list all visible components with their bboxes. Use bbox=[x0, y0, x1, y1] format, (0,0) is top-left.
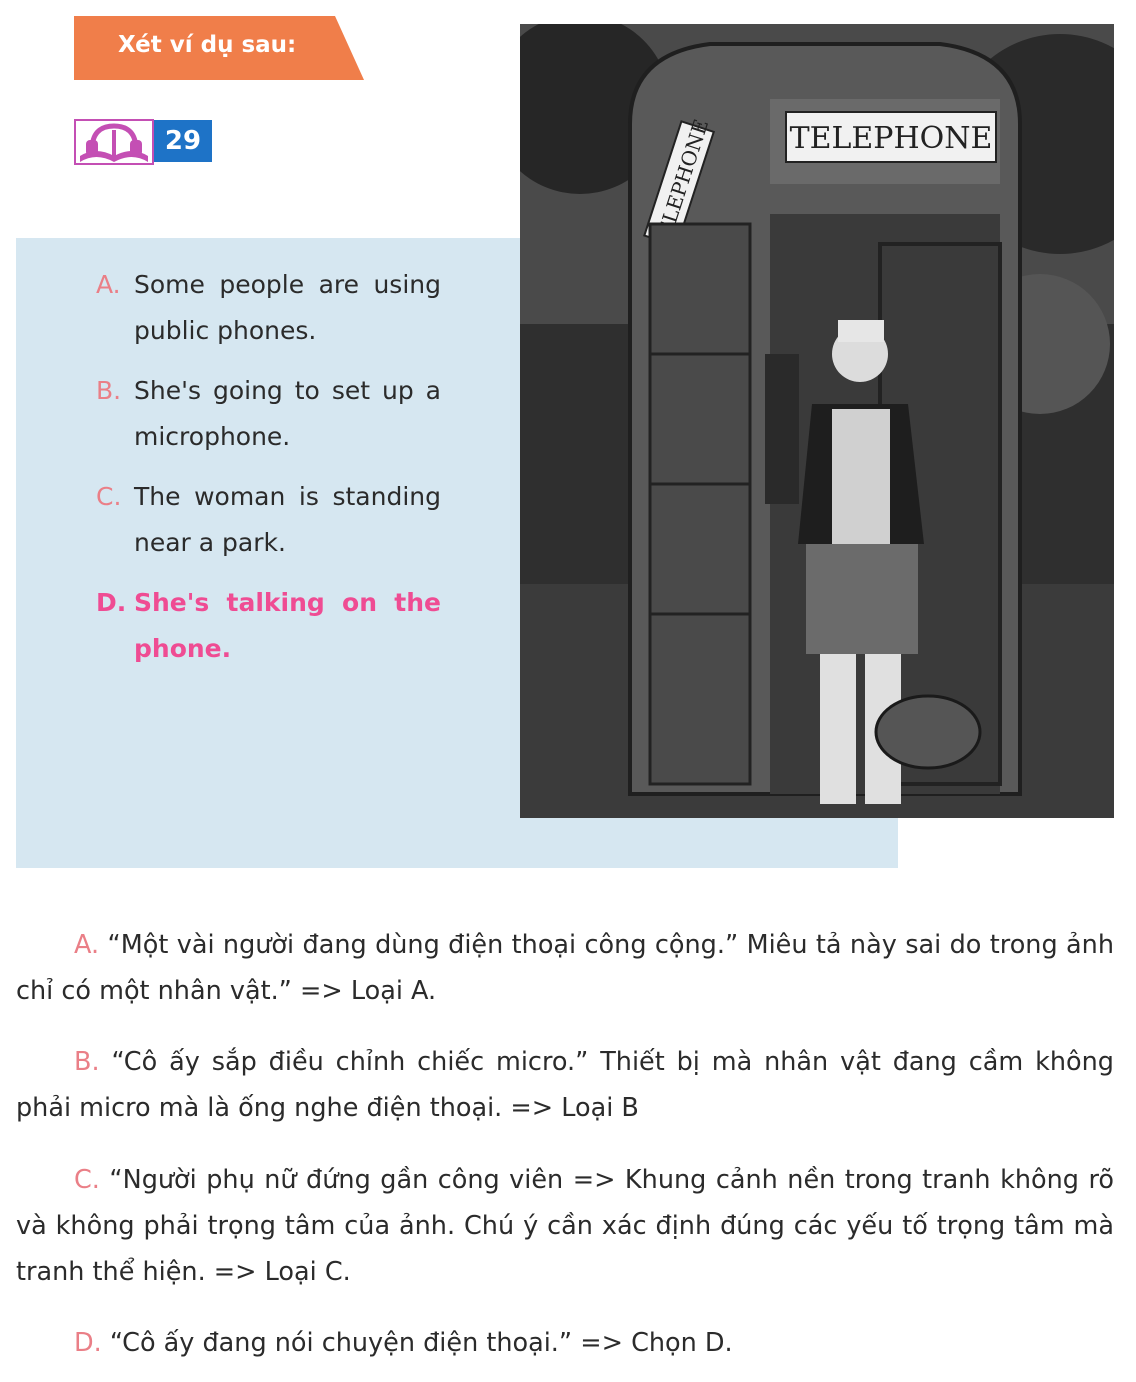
option-text: Some people are using public phones. bbox=[134, 270, 441, 345]
headphones-book-icon bbox=[74, 119, 154, 165]
option-letter: A. bbox=[96, 270, 121, 299]
explanation-text: “Người phụ nữ đứng gần công viên => Khun… bbox=[16, 1164, 1114, 1287]
option-b: B. She's going to set up a microphone. bbox=[96, 368, 441, 460]
explanation-text: “Cô ấy đang nói chuyện điện thoại.” => C… bbox=[109, 1328, 733, 1358]
option-text: The woman is standing near a park. bbox=[134, 482, 441, 557]
explanation-a: A. “Một vài người đang dùng điện thoại c… bbox=[16, 922, 1114, 1014]
option-text: She's going to set up a microphone. bbox=[134, 376, 441, 451]
explanation-label: D. bbox=[74, 1328, 102, 1358]
telephone-booth-photo: TELEPHONE TELEPHONE bbox=[520, 24, 1114, 818]
answer-options: A. Some people are using public phones. … bbox=[96, 262, 441, 686]
explanation-c: C. “Người phụ nữ đứng gần công viên => K… bbox=[16, 1157, 1114, 1295]
option-letter: D. bbox=[96, 588, 127, 617]
explanation-b: B. “Cô ấy sắp điều chỉnh chiếc micro.” T… bbox=[16, 1039, 1114, 1131]
explanation-text: “Một vài người đang dùng điện thoại công… bbox=[16, 929, 1114, 1006]
explanation-d: D. “Cô ấy đang nói chuyện điện thoại.” =… bbox=[16, 1320, 1114, 1366]
explanation-label: A. bbox=[74, 929, 100, 960]
banner-title: Xét ví dụ sau: bbox=[118, 32, 297, 58]
track-number: 29 bbox=[154, 120, 212, 162]
option-letter: B. bbox=[96, 376, 122, 405]
option-d-correct: D. She's talking on the phone. bbox=[96, 580, 441, 672]
explanation-text: “Cô ấy sắp điều chỉnh chiếc micro.” Thiế… bbox=[16, 1047, 1114, 1123]
explanation-label: C. bbox=[74, 1164, 100, 1195]
option-letter: C. bbox=[96, 482, 122, 511]
explanations: A. “Một vài người đang dùng điện thoại c… bbox=[16, 896, 1114, 1382]
explanation-label: B. bbox=[74, 1047, 100, 1077]
section-banner: Xét ví dụ sau: bbox=[74, 16, 364, 80]
option-a: A. Some people are using public phones. bbox=[96, 262, 441, 354]
front-sign-text: TELEPHONE bbox=[790, 121, 993, 156]
audio-track-badge[interactable]: 29 bbox=[74, 116, 214, 166]
option-text: She's talking on the phone. bbox=[134, 588, 441, 663]
option-c: C. The woman is standing near a park. bbox=[96, 474, 441, 566]
